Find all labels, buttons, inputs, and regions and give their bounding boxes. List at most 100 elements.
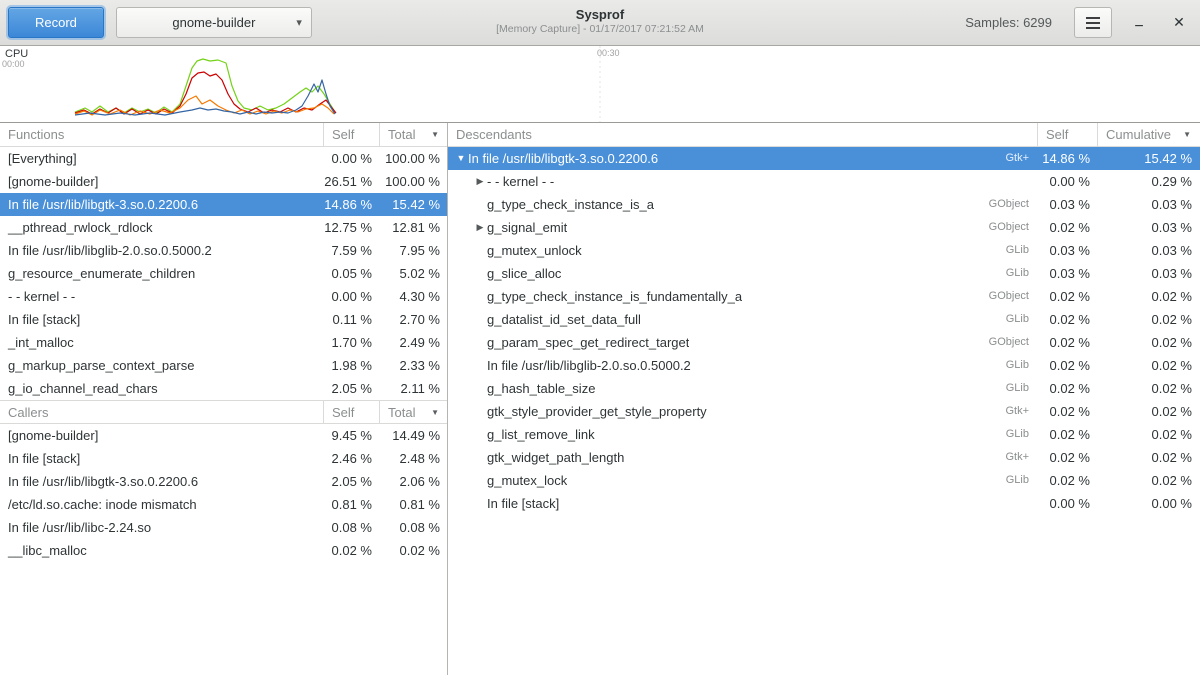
table-row[interactable]: ▶g_signal_emitGObject0.02 %0.03 % (448, 216, 1200, 239)
table-row[interactable]: - - kernel - -0.00 %4.30 % (0, 285, 447, 308)
table-row[interactable]: g_list_remove_linkGLib0.02 %0.02 % (448, 423, 1200, 446)
cpu-graph: CPU 00:00 00:30 (0, 46, 1200, 123)
function-name-cell: g_mutex_unlockGLib (448, 239, 1037, 262)
table-row[interactable]: [gnome-builder]26.51 %100.00 % (0, 170, 447, 193)
table-row[interactable]: gtk_widget_path_lengthGtk+0.02 %0.02 % (448, 446, 1200, 469)
expander-closed-icon[interactable]: ▶ (473, 216, 487, 239)
total-percent: 4.30 % (379, 285, 447, 308)
expander-closed-icon[interactable]: ▶ (473, 170, 487, 193)
total-percent: 2.11 % (379, 377, 447, 400)
total-percent: 100.00 % (379, 170, 447, 193)
table-row[interactable]: In file /usr/lib/libglib-2.0.so.0.5000.2… (0, 239, 447, 262)
cpu-line-red (75, 72, 336, 114)
function-name: /etc/ld.so.cache: inode mismatch (0, 493, 323, 516)
function-name: - - kernel - - (487, 170, 554, 193)
functions-column-header[interactable]: Functions (0, 123, 323, 146)
sysprof-window: Record gnome-builder ▾ Sysprof [Memory C… (0, 0, 1200, 675)
minimize-button[interactable]: − (1126, 7, 1152, 38)
table-row[interactable]: ▼In file /usr/lib/libgtk-3.so.0.2200.6Gt… (448, 147, 1200, 170)
table-row[interactable]: g_slice_allocGLib0.03 %0.03 % (448, 262, 1200, 285)
table-row[interactable]: g_markup_parse_context_parse1.98 %2.33 % (0, 354, 447, 377)
cumulative-percent: 15.42 % (1097, 147, 1199, 170)
self-percent: 0.08 % (323, 516, 379, 539)
table-row[interactable]: _int_malloc1.70 %2.49 % (0, 331, 447, 354)
descendants-table-body: ▼In file /usr/lib/libgtk-3.so.0.2200.6Gt… (448, 147, 1200, 515)
table-row[interactable]: /etc/ld.so.cache: inode mismatch0.81 %0.… (0, 493, 447, 516)
table-row[interactable]: __libc_malloc0.02 %0.02 % (0, 539, 447, 562)
self-column-header[interactable]: Self (1037, 123, 1097, 146)
table-row[interactable]: g_mutex_lockGLib0.02 %0.02 % (448, 469, 1200, 492)
table-row[interactable]: g_hash_table_sizeGLib0.02 %0.02 % (448, 377, 1200, 400)
table-row[interactable]: In file [stack]0.00 %0.00 % (448, 492, 1200, 515)
table-row[interactable]: __pthread_rwlock_rdlock12.75 %12.81 % (0, 216, 447, 239)
function-name: In file [stack] (0, 447, 323, 470)
library-tag: Gtk+ (1005, 147, 1037, 170)
table-row[interactable]: In file /usr/lib/libgtk-3.so.0.2200.62.0… (0, 470, 447, 493)
total-percent: 2.49 % (379, 331, 447, 354)
table-row[interactable]: In file [stack]0.11 %2.70 % (0, 308, 447, 331)
function-name: g_param_spec_get_redirect_target (487, 331, 689, 354)
function-name-cell: g_list_remove_linkGLib (448, 423, 1037, 446)
table-row[interactable]: gtk_style_provider_get_style_propertyGtk… (448, 400, 1200, 423)
cumulative-column-header[interactable]: Cumulative ▼ (1097, 123, 1199, 146)
function-name-cell: g_type_check_instance_is_aGObject (448, 193, 1037, 216)
table-row[interactable]: In file [stack]2.46 %2.48 % (0, 447, 447, 470)
total-percent: 2.33 % (379, 354, 447, 377)
total-percent: 15.42 % (379, 193, 447, 216)
self-percent: 14.86 % (1037, 147, 1097, 170)
function-name: g_slice_alloc (487, 262, 561, 285)
table-row[interactable]: g_mutex_unlockGLib0.03 %0.03 % (448, 239, 1200, 262)
cumulative-percent: 0.02 % (1097, 423, 1199, 446)
close-button[interactable]: ✕ (1166, 7, 1192, 38)
descendants-column-header[interactable]: Descendants (448, 123, 1037, 146)
total-percent: 12.81 % (379, 216, 447, 239)
function-name: gtk_widget_path_length (487, 446, 624, 469)
table-row[interactable]: g_io_channel_read_chars2.05 %2.11 % (0, 377, 447, 400)
cumulative-percent: 0.03 % (1097, 262, 1199, 285)
table-row[interactable]: g_type_check_instance_is_fundamentally_a… (448, 285, 1200, 308)
self-column-header[interactable]: Self (323, 401, 379, 423)
function-name: g_io_channel_read_chars (0, 377, 323, 400)
library-tag: GLib (1006, 469, 1037, 492)
menu-button[interactable] (1074, 7, 1112, 38)
total-percent: 14.49 % (379, 424, 447, 447)
process-selector-dropdown[interactable]: gnome-builder ▾ (116, 7, 312, 38)
expander-open-icon[interactable]: ▼ (454, 147, 468, 170)
callers-column-header[interactable]: Callers (0, 401, 323, 423)
function-name: g_mutex_lock (487, 469, 567, 492)
sort-indicator-icon: ▼ (1183, 123, 1191, 146)
total-column-header[interactable]: Total ▼ (379, 401, 447, 423)
function-name-cell: g_datalist_id_set_data_fullGLib (448, 308, 1037, 331)
table-row[interactable]: In file /usr/lib/libglib-2.0.so.0.5000.2… (448, 354, 1200, 377)
function-name: __pthread_rwlock_rdlock (0, 216, 323, 239)
callers-table-header: Callers Self Total ▼ (0, 400, 447, 424)
total-column-label: Total (388, 127, 415, 142)
cumulative-column-label: Cumulative (1106, 127, 1171, 142)
self-percent: 0.05 % (323, 262, 379, 285)
self-column-header[interactable]: Self (323, 123, 379, 146)
function-name: g_resource_enumerate_children (0, 262, 323, 285)
table-row[interactable]: [gnome-builder]9.45 %14.49 % (0, 424, 447, 447)
function-name: In file /usr/lib/libglib-2.0.so.0.5000.2 (487, 354, 691, 377)
table-row[interactable]: ▶- - kernel - -0.00 %0.29 % (448, 170, 1200, 193)
cumulative-percent: 0.02 % (1097, 354, 1199, 377)
table-row[interactable]: g_param_spec_get_redirect_targetGObject0… (448, 331, 1200, 354)
hamburger-icon (1086, 22, 1100, 24)
function-name: g_list_remove_link (487, 423, 595, 446)
main-content: Functions Self Total ▼ [Everything]0.00 … (0, 123, 1200, 675)
table-row[interactable]: In file /usr/lib/libc-2.24.so0.08 %0.08 … (0, 516, 447, 539)
function-name: In file [stack] (0, 308, 323, 331)
table-row[interactable]: g_datalist_id_set_data_fullGLib0.02 %0.0… (448, 308, 1200, 331)
self-percent: 9.45 % (323, 424, 379, 447)
table-row[interactable]: In file /usr/lib/libgtk-3.so.0.2200.614.… (0, 193, 447, 216)
function-name: g_type_check_instance_is_a (487, 193, 654, 216)
table-row[interactable]: [Everything]0.00 %100.00 % (0, 147, 447, 170)
total-percent: 0.02 % (379, 539, 447, 562)
table-row[interactable]: g_resource_enumerate_children0.05 %5.02 … (0, 262, 447, 285)
table-row[interactable]: g_type_check_instance_is_aGObject0.03 %0… (448, 193, 1200, 216)
record-button[interactable]: Record (8, 7, 104, 38)
header-right-controls: Samples: 6299 − ✕ (965, 7, 1192, 38)
total-percent: 7.95 % (379, 239, 447, 262)
total-column-label: Total (388, 405, 415, 420)
total-column-header[interactable]: Total ▼ (379, 123, 447, 146)
